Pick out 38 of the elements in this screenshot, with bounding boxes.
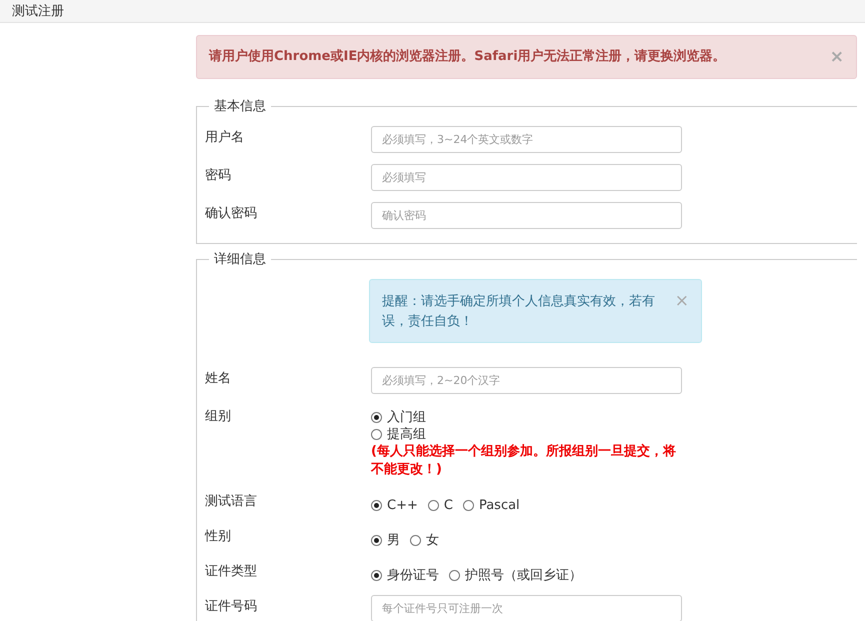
field-label: 证件号码 — [205, 598, 257, 616]
radio-option[interactable]: Pascal — [462, 497, 520, 514]
text-input[interactable]: 必须填写 — [371, 164, 682, 191]
field-label: 用户名 — [205, 129, 244, 147]
text-input[interactable]: 必须填写，2~20个汉字 — [371, 367, 682, 394]
radio-icon[interactable] — [371, 412, 382, 423]
notice-text: 提醒：请选手确定所填个人信息真实有效，若有误，责任自负！ — [382, 293, 656, 331]
field-label: 确认密码 — [205, 205, 257, 223]
radio-option[interactable]: 身份证号 — [371, 567, 439, 584]
radio-option[interactable]: 女 — [410, 532, 439, 549]
field-label: 姓名 — [205, 370, 231, 388]
field-label: 性别 — [205, 528, 231, 546]
radio-option[interactable]: C — [428, 497, 453, 514]
radio-option[interactable]: 提高组 — [371, 426, 682, 443]
field-label: 证件类型 — [205, 563, 257, 581]
section-legend: 基本信息 — [209, 97, 271, 115]
alert-text: 请用户使用Chrome或IE内核的浏览器注册。Safari用户无法正常注册，请更换浏览器。 — [209, 48, 726, 66]
radio-option[interactable]: 男 — [371, 532, 400, 549]
radio-icon[interactable] — [371, 500, 382, 511]
field-label: 测试语言 — [205, 493, 257, 511]
page-title: 测试注册 — [12, 4, 64, 19]
radio-icon[interactable] — [371, 570, 382, 581]
radio-icon[interactable] — [371, 429, 382, 440]
section-legend: 详细信息 — [209, 250, 271, 268]
warning-text: (每人只能选择一个组别参加。所报组别一旦提交，将不能更改！) — [371, 444, 676, 477]
radio-icon[interactable] — [428, 500, 439, 511]
radio-icon[interactable] — [449, 570, 460, 581]
radio-icon[interactable] — [410, 535, 421, 546]
radio-option[interactable]: C++ — [371, 497, 418, 514]
radio-option[interactable]: 护照号（或回乡证） — [449, 567, 582, 584]
radio-icon[interactable] — [371, 535, 382, 546]
text-input[interactable]: 必须填写，3~24个英文或数字 — [371, 126, 682, 153]
radio-option[interactable]: 入门组 — [371, 409, 682, 426]
radio-icon[interactable] — [462, 500, 474, 511]
field-label: 密码 — [205, 167, 231, 185]
text-input[interactable]: 确认密码 — [371, 202, 682, 229]
field-label: 组别 — [205, 408, 231, 426]
text-input[interactable]: 每个证件号只可注册一次 — [371, 595, 682, 621]
